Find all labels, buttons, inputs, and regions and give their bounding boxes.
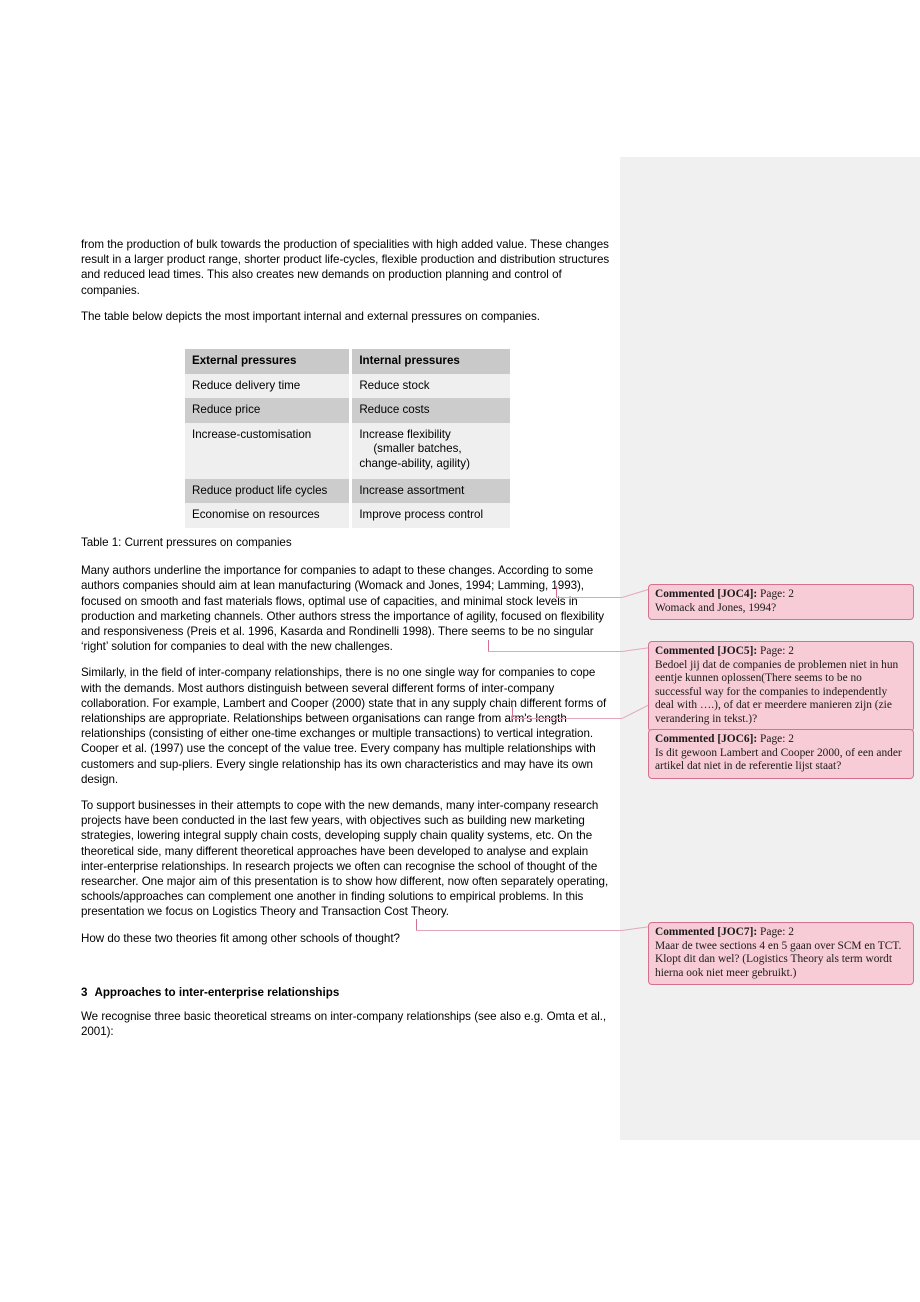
table-row: Economise on resources Improve process c… xyxy=(185,503,510,528)
comment-anchor-tick-joc5 xyxy=(488,640,489,651)
comment-joc4-label: Commented [JOC4]: xyxy=(655,588,758,600)
cell-external-5: Economise on resources xyxy=(185,503,349,528)
paragraph-intro: from the production of bulk towards the … xyxy=(81,238,610,297)
table-row: Reduce price Reduce costs xyxy=(185,398,510,423)
comment-anchor-tick-joc4 xyxy=(556,586,557,597)
comment-anchor-underline-joc7 xyxy=(416,930,622,931)
cell-internal-3-line3: change-ability, agility) xyxy=(359,456,470,470)
comment-joc7-page: Page: 2 xyxy=(760,926,794,938)
comment-joc7[interactable]: Commented [JOC7]: Page: 2 Maar de twee s… xyxy=(648,922,914,986)
section-number: 3 xyxy=(81,985,88,999)
paragraph-similarly: Similarly, in the field of inter-company… xyxy=(81,666,607,786)
cell-internal-4: Increase assortment xyxy=(352,478,510,504)
table-row: Reduce delivery time Reduce stock xyxy=(185,373,510,399)
paragraph-how-do: How do these two theories fit among othe… xyxy=(81,931,400,945)
comment-anchor-underline-joc5 xyxy=(488,651,622,652)
header-internal-pressures: Internal pressures xyxy=(352,349,510,374)
comment-joc5-body: Bedoel jij dat de companies de problemen… xyxy=(655,658,899,725)
comment-anchor-underline-joc4 xyxy=(556,597,622,598)
cell-internal-3-line1: Increase flexibility xyxy=(359,427,451,441)
comment-joc5-page: Page: 2 xyxy=(760,645,794,657)
section-heading: 3 Approaches to inter-enterprise relation… xyxy=(81,985,610,1000)
paragraph-we-recognise: We recognise three basic theoretical str… xyxy=(81,1010,607,1039)
paragraph-to-support: To support businesses in their attempts … xyxy=(81,799,609,919)
cell-internal-3-line2: (smaller batches, xyxy=(373,442,462,456)
comment-joc6-label: Commented [JOC6]: xyxy=(655,733,758,745)
cell-internal-5: Improve process control xyxy=(352,503,510,528)
comment-joc6-body: Is dit gewoon Lambert and Cooper 2000, o… xyxy=(655,746,902,773)
table-row: Increase-customisation Increase flexibil… xyxy=(185,422,510,479)
cell-external-1: Reduce delivery time xyxy=(185,373,349,399)
comment-joc6-page: Page: 2 xyxy=(760,733,794,745)
cell-external-4: Reduce product life cycles xyxy=(185,478,349,504)
comment-joc7-body: Maar de twee sections 4 en 5 gaan over S… xyxy=(655,939,902,979)
section-title: Approaches to inter-enterprise relations… xyxy=(94,985,340,999)
pressures-table: External pressures Internal pressures Re… xyxy=(185,349,510,528)
paragraph-table-intro: The table below depicts the most importa… xyxy=(81,309,540,323)
comment-anchor-tick-joc7 xyxy=(416,919,417,930)
comment-joc4-page: Page: 2 xyxy=(760,588,794,600)
cell-external-3: Increase-customisation xyxy=(185,422,349,479)
table-caption: Table 1: Current pressures on companies xyxy=(81,536,292,550)
table-row: Reduce product life cycles Increase asso… xyxy=(185,478,510,504)
header-external-pressures: External pressures xyxy=(185,349,349,374)
cell-internal-2: Reduce costs xyxy=(352,398,510,423)
paragraph-many-authors: Many authors underline the importance fo… xyxy=(81,564,604,654)
table-header-row: External pressures Internal pressures xyxy=(185,349,510,374)
comment-joc6[interactable]: Commented [JOC6]: Page: 2 Is dit gewoon … xyxy=(648,729,914,779)
cell-internal-1: Reduce stock xyxy=(352,373,510,399)
comment-anchor-tick-joc6 xyxy=(512,707,513,718)
comment-joc4-body: Womack and Jones, 1994? xyxy=(655,601,777,614)
comment-joc7-label: Commented [JOC7]: xyxy=(655,926,758,938)
cell-internal-3: Increase flexibility (smaller batches, cha… xyxy=(352,422,510,479)
comment-joc5-label: Commented [JOC5]: xyxy=(655,645,758,657)
comment-anchor-underline-joc6 xyxy=(512,718,622,719)
comment-joc5[interactable]: Commented [JOC5]: Page: 2 Bedoel jij dat… xyxy=(648,641,914,732)
cell-external-2: Reduce price xyxy=(185,398,349,423)
comment-joc4[interactable]: Commented [JOC4]: Page: 2 Womack and Jon… xyxy=(648,584,914,621)
